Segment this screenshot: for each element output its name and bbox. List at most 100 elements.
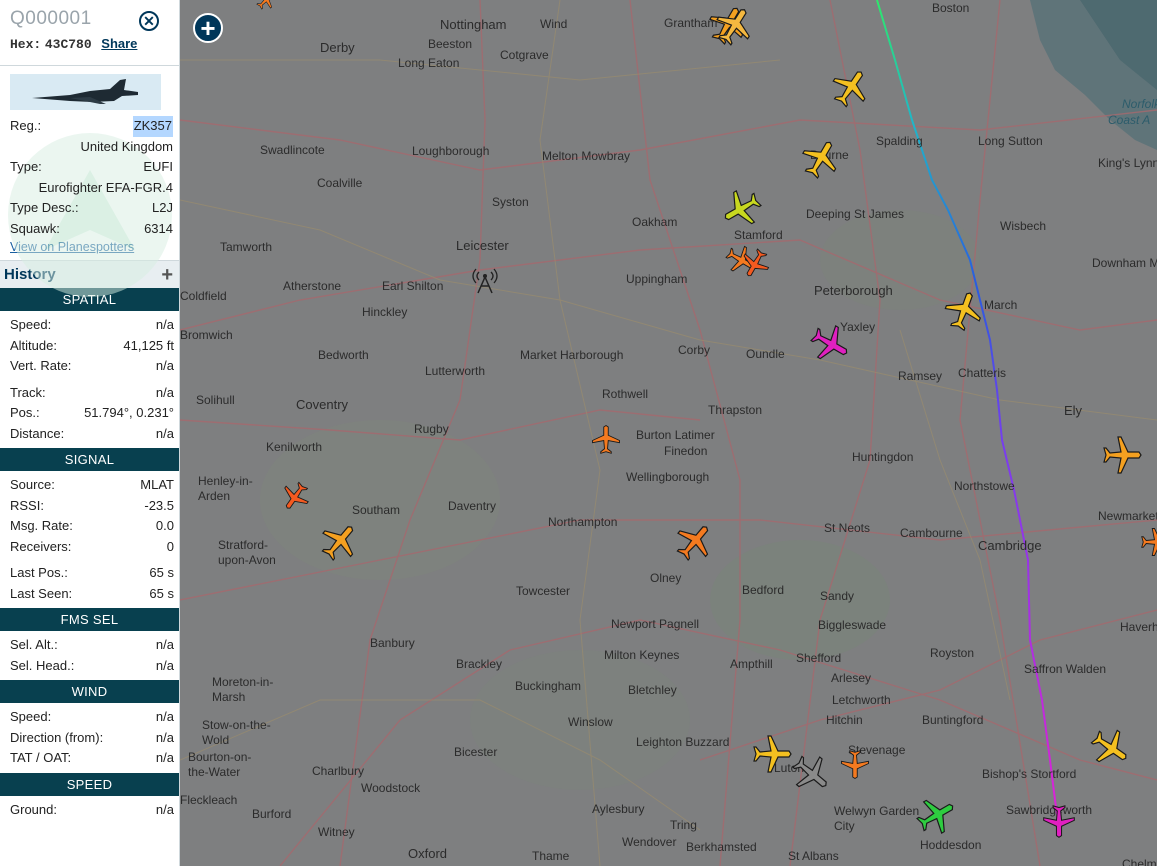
place-label: Newmarket [1098,509,1157,523]
place-label: Norfolk [1122,97,1157,111]
aircraft-marker-icon[interactable] [280,481,310,512]
aircraft-marker-icon[interactable] [801,138,841,179]
place-label: Olney [650,571,682,585]
place-label: Lutterworth [425,364,486,378]
place-label: Ramsey [898,369,943,383]
place-label: Solihull [196,393,235,407]
fms-section: Sel. Alt.: n/a Sel. Head.: n/a [0,631,179,680]
aircraft-marker-icon[interactable] [591,424,621,454]
speed-section: Ground: n/a [0,796,179,825]
aircraft-marker-icon[interactable] [715,5,755,46]
hex-label: Hex: [10,37,42,52]
speed-row: Speed: n/a [10,315,174,336]
place-label: Swadlincote [260,143,325,157]
place-label: Brackley [456,657,503,671]
aircraft-marker-icon[interactable] [791,754,832,794]
aircraft-marker-icon[interactable] [810,324,851,364]
place-label: Banbury [370,636,415,650]
place-label: Huntingdon [852,450,914,464]
pos-row: Pos.: 51.794°, 0.231° [10,403,174,424]
wind-direction-row: Direction (from): n/a [10,728,174,749]
receivers-label: Receivers: [10,538,72,554]
place-label: Berkhamsted [686,840,757,854]
aircraft-info: Reg.: ZK357 United Kingdom Type: EUFI Eu… [0,110,179,297]
place-label: Boston [932,1,970,15]
place-label: Leicester [456,238,509,253]
track-value: n/a [155,384,174,400]
place-label: Biggleswade [818,618,887,632]
place-label: Thrapston [708,403,763,417]
place-label: Bedford [742,583,785,597]
place-label: Cotgrave [500,48,549,62]
map-view[interactable]: Nottingham Wind Boston Derby Beeston Lon… [180,0,1157,866]
place-label: Syston [492,195,529,209]
aircraft-marker-icon[interactable] [740,248,770,279]
place-label: Derby [320,40,355,55]
place-label: Coalville [317,176,363,190]
place-label: Chatteris [958,366,1007,380]
place-label: Towcester [516,584,571,598]
aircraft-marker-icon[interactable] [753,734,793,774]
place-label: Stow-on-the-Wold [202,718,271,747]
fms-header: FMS SEL [0,608,179,631]
place-label: Henley-in-Arden [198,474,253,503]
place-label: Hinckley [362,305,408,319]
ground-speed-value: n/a [155,801,174,817]
sel-head-label: Sel. Head.: [10,657,75,673]
altitude-value: 41,125 ft [123,337,174,353]
squawk-label: Squawk: [10,220,60,236]
place-label: Oakham [632,215,678,229]
aircraft-marker-icon[interactable] [1103,435,1143,475]
aircraft-marker-icon[interactable] [944,290,984,332]
aircraft-marker-icon[interactable] [1141,527,1157,557]
aircraft-marker-icon[interactable] [1042,805,1076,839]
sel-alt-row: Sel. Alt.: n/a [10,635,174,656]
place-label: Melton Mowbray [542,149,631,163]
rssi-label: RSSI: [10,497,44,513]
vert-rate-label: Vert. Rate: [10,358,72,373]
place-label: St Albans [788,849,839,863]
place-label: Coast A [1108,113,1151,127]
place-label: Cambourne [900,526,963,540]
place-label: Burford [252,807,292,821]
aircraft-marker-icon[interactable] [320,521,360,562]
aircraft-marker-icon[interactable] [916,795,957,835]
place-label: St Neots [824,521,871,535]
place-label: Moreton-in-Marsh [212,675,274,704]
place-label: Earl Shilton [382,279,444,293]
msg-rate-label: Msg. Rate: [10,518,73,533]
place-label: Bicester [454,745,498,759]
track-label: Track: [10,384,46,400]
aircraft-marker-icon[interactable] [831,67,871,108]
place-label: Rugby [414,422,449,436]
source-label: Source: [10,477,55,492]
ground-speed-row: Ground: n/a [10,800,174,821]
hex-value: 43C780 [44,37,92,52]
place-label: Beeston [428,37,473,51]
aircraft-photo[interactable] [10,74,161,110]
place-label: Uppingham [626,272,688,286]
close-icon[interactable]: ✕ [139,11,159,31]
antenna-icon[interactable] [470,265,500,295]
aircraft-marker-icon[interactable] [1090,728,1131,768]
share-link[interactable]: Share [101,36,137,51]
aircraft-marker-icon[interactable] [256,0,276,10]
reg-label: Reg.: [10,118,42,133]
place-label: Northampton [548,515,618,529]
place-label: Letchworth [832,693,891,707]
receivers-value: 0 [166,538,174,554]
distance-value: n/a [155,425,174,441]
spatial-section: Speed: n/a Altitude: 41,125 ft Vert. Rate:… [0,311,179,448]
zoom-in-button[interactable]: + [193,13,223,43]
place-label: Haverhill [1120,620,1157,634]
place-label: Rothwell [602,387,649,401]
place-label: Royston [930,646,975,660]
aircraft-marker-icon[interactable] [840,750,870,780]
place-label: Northstowe [954,479,1015,493]
aircraft-marker-icon[interactable] [721,189,762,229]
place-label: Kenilworth [266,440,323,454]
registration[interactable]: ZK357 [132,116,173,137]
country: United Kingdom [80,138,174,154]
place-label: Wendover [622,835,677,849]
aircraft-marker-icon[interactable] [675,521,715,562]
